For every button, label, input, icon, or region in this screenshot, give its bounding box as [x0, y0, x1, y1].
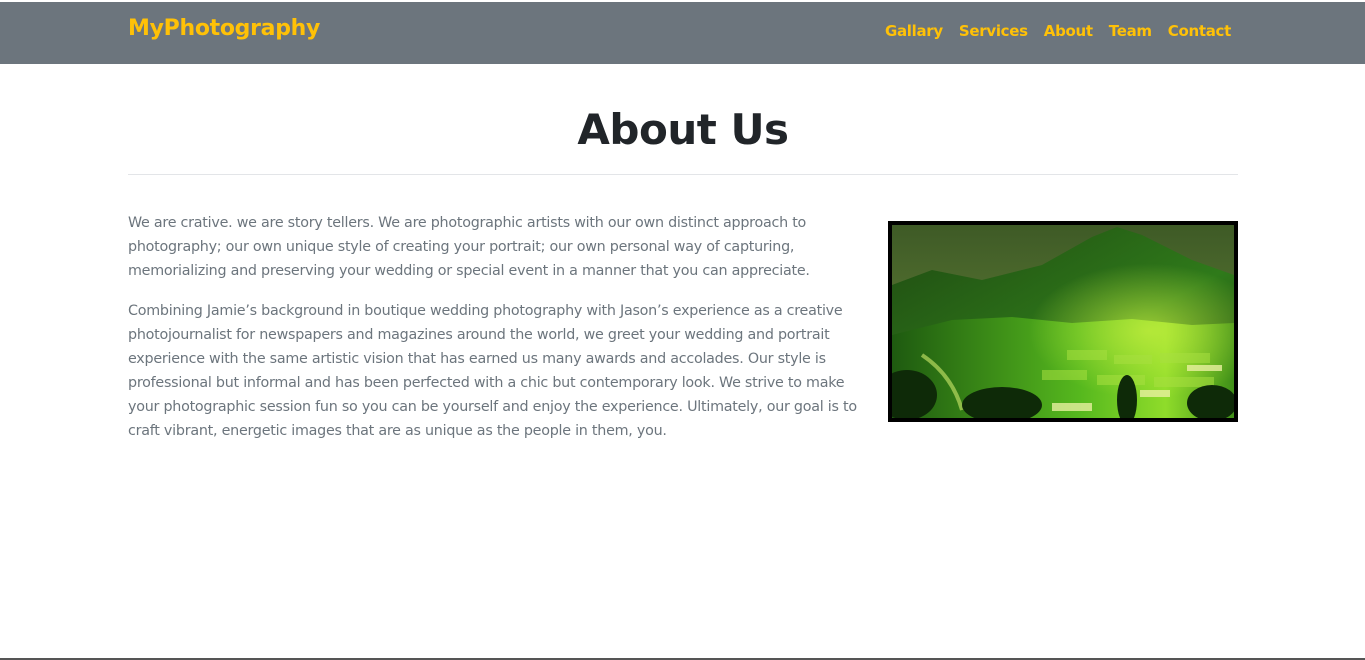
navbar: MyPhotography Gallary Services About Tea…: [0, 2, 1365, 64]
nav-link-team[interactable]: Team: [1109, 22, 1152, 40]
about-paragraph-2: Combining Jamie’s background in boutique…: [128, 303, 857, 439]
page-title: About Us: [577, 105, 789, 154]
about-text: We are crative. we are story tellers. We…: [128, 211, 863, 459]
landscape-photo: [888, 221, 1238, 422]
title-divider: [128, 174, 1238, 175]
nav-link-about[interactable]: About: [1044, 22, 1093, 40]
nav-links: Gallary Services About Team Contact: [885, 22, 1231, 40]
about-paragraph-1: We are crative. we are story tellers. We…: [128, 215, 810, 279]
landscape-image: [892, 225, 1234, 418]
nav-link-gallary[interactable]: Gallary: [885, 22, 943, 40]
brand-logo-link[interactable]: MyPhotography: [128, 16, 320, 41]
nav-link-contact[interactable]: Contact: [1168, 22, 1232, 40]
nav-link-services[interactable]: Services: [959, 22, 1028, 40]
